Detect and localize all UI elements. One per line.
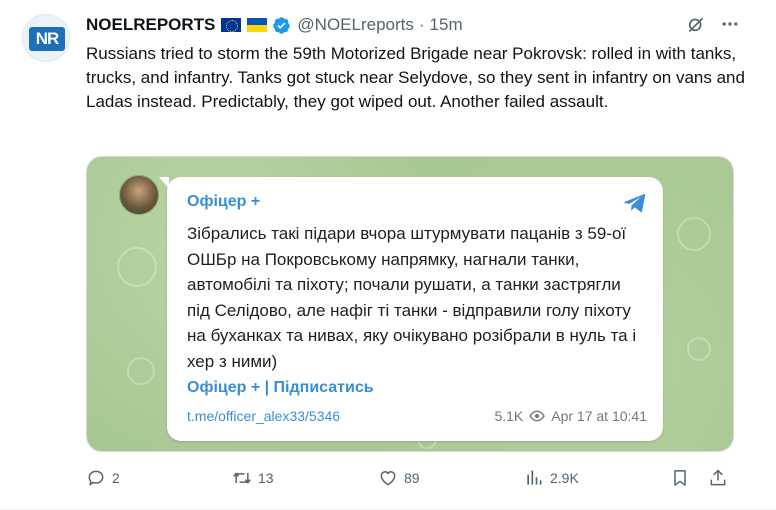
telegram-channel-avatar <box>119 175 159 215</box>
like-icon <box>380 471 396 486</box>
tweet-timestamp[interactable]: 15m <box>430 15 463 35</box>
more-icon[interactable] <box>720 14 740 34</box>
telegram-message-bubble: Офіцер + Зібрались такі підари вчора шту… <box>159 177 663 441</box>
repost-icon <box>233 472 251 484</box>
reply-button[interactable]: 2 <box>86 468 120 488</box>
views-icon <box>527 470 542 485</box>
ukraine-flag-icon <box>247 18 268 32</box>
telegram-post-url: t.me/officer_alex33/5346 <box>187 408 341 424</box>
tweet-text: Russians tried to storm the 59th Motoriz… <box>86 44 745 111</box>
telegram-post-meta: 5.1K Apr 17 at 10:41 <box>494 408 647 424</box>
background-doodle <box>677 217 711 251</box>
like-button[interactable]: 89 <box>378 468 420 488</box>
author-name[interactable]: NOELREPORTS <box>86 15 215 35</box>
eye-icon <box>529 410 546 422</box>
tweet-top-actions <box>686 14 740 34</box>
avatar-logo: NR <box>29 27 65 51</box>
author-avatar[interactable]: NR <box>22 14 70 62</box>
views-button[interactable]: 2.9K <box>524 468 579 488</box>
telegram-post-date: Apr 17 at 10:41 <box>551 408 647 424</box>
tweet-actions-bar: 2 13 89 2.9K <box>86 468 736 492</box>
background-doodle <box>127 357 155 385</box>
background-doodle <box>687 337 711 361</box>
tweet-media-image[interactable]: Офіцер + Зібрались такі підари вчора шту… <box>86 156 734 452</box>
telegram-subscribe-link: Офіцер + | Підписатись <box>187 379 374 396</box>
reply-count: 2 <box>112 470 120 486</box>
eu-flag-icon <box>221 18 242 32</box>
repost-count: 13 <box>258 470 274 486</box>
like-count: 89 <box>404 470 420 486</box>
verified-badge-icon <box>273 16 291 34</box>
telegram-views-count: 5.1K <box>494 408 524 424</box>
telegram-channel-title: Офіцер + <box>187 193 261 210</box>
reply-icon <box>88 470 104 486</box>
tweet-header: NOELREPORTS @NOELreports · 15m <box>86 14 463 36</box>
telegram-message-text: Зібрались такі підари вчора штурмувати п… <box>187 224 637 371</box>
author-handle[interactable]: @NOELreports <box>297 15 413 35</box>
repost-button[interactable]: 13 <box>232 468 274 488</box>
telegram-icon <box>623 193 646 213</box>
separator-dot: · <box>418 15 425 34</box>
share-icon <box>710 469 726 486</box>
share-button[interactable] <box>708 468 728 488</box>
bookmark-button[interactable] <box>670 468 690 488</box>
views-count: 2.9K <box>550 470 579 486</box>
grok-icon[interactable] <box>686 14 706 34</box>
bookmark-icon <box>674 470 686 486</box>
tweet[interactable]: NR NOELREPORTS @NOELreports · 15m Russia… <box>0 0 776 510</box>
background-doodle <box>117 247 157 287</box>
